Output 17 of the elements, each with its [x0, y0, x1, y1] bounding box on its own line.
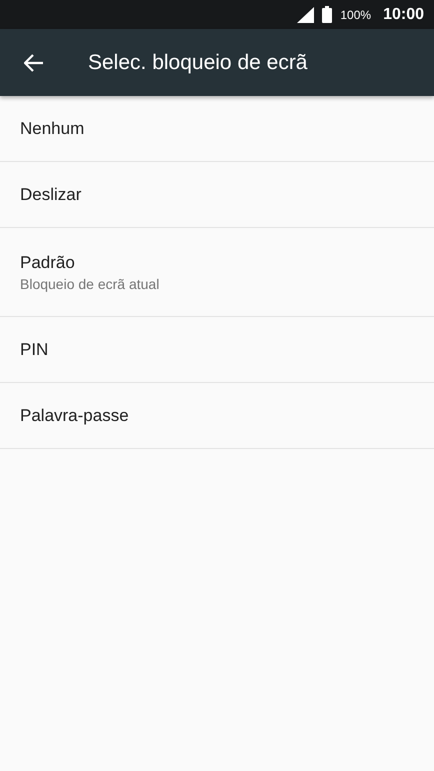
option-title: Padrão [20, 252, 76, 272]
option-title: Nenhum [20, 118, 86, 138]
lock-option[interactable]: Padrão Bloqueio de ecrã atual [0, 228, 434, 317]
lock-option[interactable]: Palavra-passe [0, 383, 434, 449]
battery-icon [322, 6, 332, 23]
option-title: Palavra-passe [20, 406, 130, 426]
lock-option[interactable]: Nenhum [0, 96, 434, 162]
lock-option[interactable]: PIN [0, 317, 434, 383]
screen-title: Selec. bloqueio de ecrã [88, 50, 308, 74]
option-title: PIN [20, 340, 50, 360]
clock: 10:00 [383, 6, 424, 24]
option-subtitle: Bloqueio de ecrã atual [20, 276, 160, 292]
lock-option[interactable]: Deslizar [0, 162, 434, 228]
battery-percentage: 100% [340, 8, 372, 22]
option-title: Deslizar [20, 184, 82, 204]
signal-icon [297, 6, 314, 22]
back-icon[interactable] [24, 54, 44, 72]
